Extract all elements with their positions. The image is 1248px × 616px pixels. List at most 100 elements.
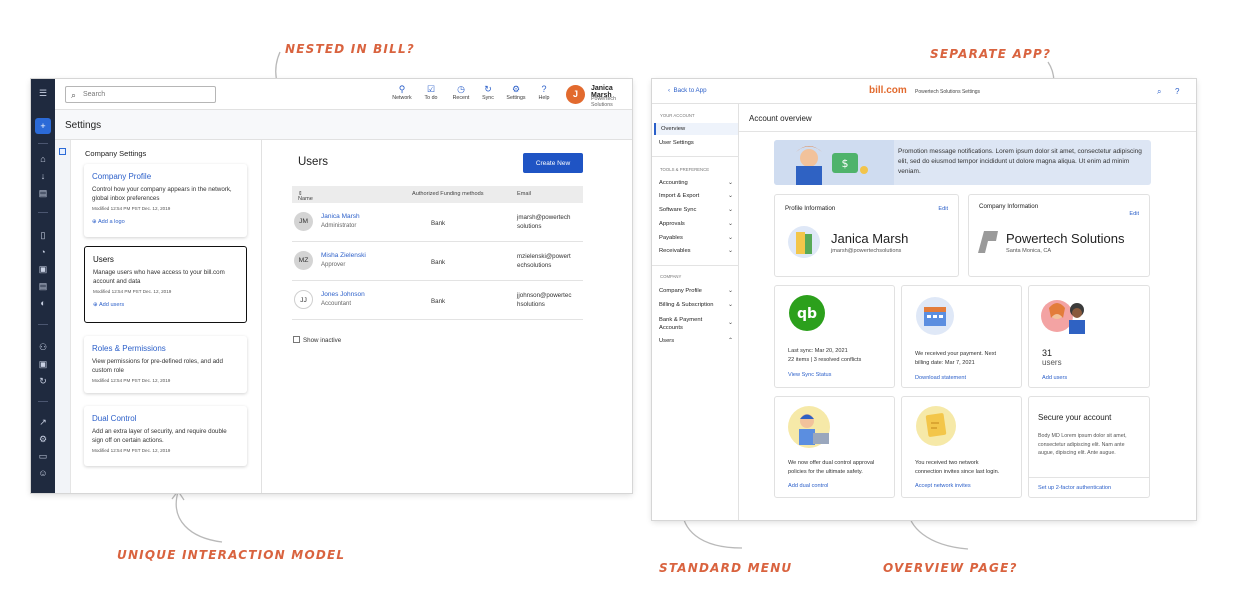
documents-icon[interactable]: ▤ <box>38 188 48 198</box>
menu-import-export[interactable]: Import & Export ⌄ <box>654 190 738 202</box>
menu-users[interactable]: Users ⌃ <box>654 335 738 347</box>
add-icon[interactable]: + <box>35 118 51 134</box>
back-to-app-link[interactable]: ‹ Back to App <box>668 87 707 94</box>
company-logo-icon <box>978 231 998 253</box>
sync-icon: ↻ <box>484 84 492 94</box>
sub-nav <box>55 140 71 493</box>
menu-payables[interactable]: Payables ⌄ <box>654 232 738 244</box>
toolbar-settings[interactable]: ⚙ Settings <box>502 84 530 101</box>
settings-icon: ⚙ <box>511 84 521 94</box>
help-icon[interactable]: ? <box>1175 87 1179 96</box>
search-input[interactable]: ⌕ Search <box>65 86 216 103</box>
add-users-link[interactable]: Add users <box>1042 375 1067 381</box>
avatar: MZ <box>294 251 313 270</box>
help-icon: ? <box>541 84 547 94</box>
add-logo-link[interactable]: ⊕ Add a logo <box>92 219 239 225</box>
view-sync-status-link[interactable]: View Sync Status <box>788 372 831 378</box>
bills-icon[interactable]: ▯ <box>38 230 48 240</box>
top-bar: ⌕ Search ⚲ Network ☑ To do ◷ Recent ↻ Sync ⚙… <box>55 79 632 110</box>
calendar-icon <box>916 297 954 335</box>
sub-nav-toggle[interactable] <box>59 148 66 155</box>
recent-icon: ◷ <box>457 84 465 94</box>
title-bar: Settings <box>55 110 632 140</box>
card-company-profile[interactable]: Company Profile Control how your company… <box>84 164 247 237</box>
toolbar-sync[interactable]: ↻ Sync <box>474 84 502 101</box>
settings-rail-icon[interactable]: ⚙ <box>38 434 48 444</box>
svg-text:qb: qb <box>797 306 817 322</box>
receivables-icon[interactable]: ▤ <box>38 281 48 291</box>
avatar[interactable]: J <box>566 85 585 104</box>
profile-avatar-icon <box>788 226 820 258</box>
app-rail: ☰ + ⌂ ↓ ▤ ▯ ◔ ▣ ▤ ◐ ⚇ ▣ ↻ ↗ ⚙ ▭ ☺ <box>31 79 55 493</box>
user-company: Powertech Solutions <box>591 96 617 108</box>
sync-tile: qb Last sync: Mar 20, 2021 22 items | 3 … <box>774 285 895 388</box>
card-roles-permissions[interactable]: Roles & Permissions View permissions for… <box>84 336 247 393</box>
cards-icon[interactable]: ▭ <box>38 451 48 461</box>
menu-accounting[interactable]: Accounting ⌄ <box>654 177 738 189</box>
search-icon: ⌕ <box>71 90 77 100</box>
overview-main: Account overview $ Promotion message not… <box>739 104 1196 520</box>
page-title: Account overview <box>749 114 812 123</box>
table-row: JJ Jones Johnson Accountant Bank jjohnso… <box>292 281 583 320</box>
toolbar-recent[interactable]: ◷ Recent <box>447 84 475 101</box>
setup-2fa-link[interactable]: Set up 2-factor authentication <box>1038 485 1111 491</box>
menu-bank-payment[interactable]: Bank & Payment Accounts ⌄ <box>654 313 738 333</box>
home-icon[interactable]: ⌂ <box>38 154 48 164</box>
menu-company-profile[interactable]: Company Profile ⌄ <box>654 285 738 297</box>
svg-text:$: $ <box>842 157 849 170</box>
user-link[interactable]: Misha Zielenski <box>321 252 366 259</box>
user-link[interactable]: Janica Marsh <box>321 213 360 220</box>
users-table-header: Name ⇕ Authorized Funding methods Email <box>292 186 583 203</box>
menu-approvals[interactable]: Approvals ⌄ <box>654 218 738 230</box>
customers-icon[interactable]: ▣ <box>38 359 48 369</box>
inbox-icon[interactable]: ↓ <box>38 171 48 181</box>
network-icon: ⚲ <box>398 84 406 94</box>
company-settings-column: Company Settings Company Profile Control… <box>71 140 262 493</box>
page-title: Settings <box>65 120 102 131</box>
show-inactive-checkbox[interactable]: Show inactive <box>293 336 341 344</box>
company-card: Company Information Edit Powertech Solut… <box>968 194 1150 277</box>
user-link[interactable]: Jones Johnson <box>321 291 365 298</box>
settings-subtitle: Powertech Solutions Settings <box>915 89 981 95</box>
download-statement-link[interactable]: Download statement <box>915 375 966 381</box>
column-name[interactable]: Name ⇕ <box>298 191 313 202</box>
toolbar-network[interactable]: ⚲ Network <box>388 84 416 101</box>
top-bar: ‹ Back to App bill.com Powertech Solutio… <box>652 79 1196 104</box>
payables-icon[interactable]: ▣ <box>38 264 48 274</box>
card-users[interactable]: Users Manage users who have access to yo… <box>84 246 247 323</box>
edit-profile-link[interactable]: Edit <box>938 206 948 212</box>
profile-card: Profile Information Edit Janica Marsh jm… <box>774 194 959 277</box>
add-users-link[interactable]: ⊕ Add users <box>93 302 238 308</box>
vendors-icon[interactable]: ⚇ <box>38 342 48 352</box>
menu-user-settings[interactable]: User Settings <box>654 137 738 149</box>
secure-account-tile: Secure your account Body MD Lorem ipsum … <box>1028 396 1150 498</box>
toolbar-todo[interactable]: ☑ To do <box>417 84 445 101</box>
create-new-button[interactable]: Create New <box>523 153 583 173</box>
approvals-icon[interactable]: ◔ <box>38 247 48 257</box>
dual-control-illustration-icon <box>788 406 830 448</box>
help-rail-icon[interactable]: ☺ <box>38 468 48 478</box>
menu-overview[interactable]: Overview <box>654 123 738 135</box>
add-dual-control-link[interactable]: Add dual control <box>788 483 828 489</box>
stage: Nested in Bill? Separate App? Unique int… <box>0 0 1248 616</box>
network-invite-icon <box>916 406 956 446</box>
menu-receivables[interactable]: Receivables ⌄ <box>654 245 738 257</box>
toolbar-help[interactable]: ? Help <box>530 84 558 101</box>
table-row: MZ Misha Zielenski Approver Bank mzielen… <box>292 242 583 281</box>
settings-menu: YOUR ACCOUNT Overview User Settings TOOL… <box>652 104 739 520</box>
search-icon[interactable]: ⌕ <box>1157 87 1161 97</box>
company-settings-title: Company Settings <box>85 149 147 158</box>
menu-software-sync[interactable]: Software Sync ⌄ <box>654 204 738 216</box>
edit-company-link[interactable]: Edit <box>1129 211 1139 217</box>
reports-icon[interactable]: ↗ <box>38 417 48 427</box>
users-title: Users <box>298 156 329 168</box>
menu-billing[interactable]: Billing & Subscription ⌄ <box>654 299 738 311</box>
sync-rail-icon[interactable]: ↻ <box>38 376 48 386</box>
users-tile: 31 users Add users <box>1028 285 1150 388</box>
promo-illustration: $ <box>774 140 894 185</box>
menu-collapse-icon[interactable]: ☰ <box>38 88 48 98</box>
card-dual-control[interactable]: Dual Control Add an extra layer of secur… <box>84 406 247 466</box>
users-pane: Users Create New Name ⇕ Authorized Fundi… <box>262 140 632 493</box>
accept-invites-link[interactable]: Accept network invites <box>915 483 971 489</box>
payments-icon[interactable]: ◐ <box>38 298 48 308</box>
